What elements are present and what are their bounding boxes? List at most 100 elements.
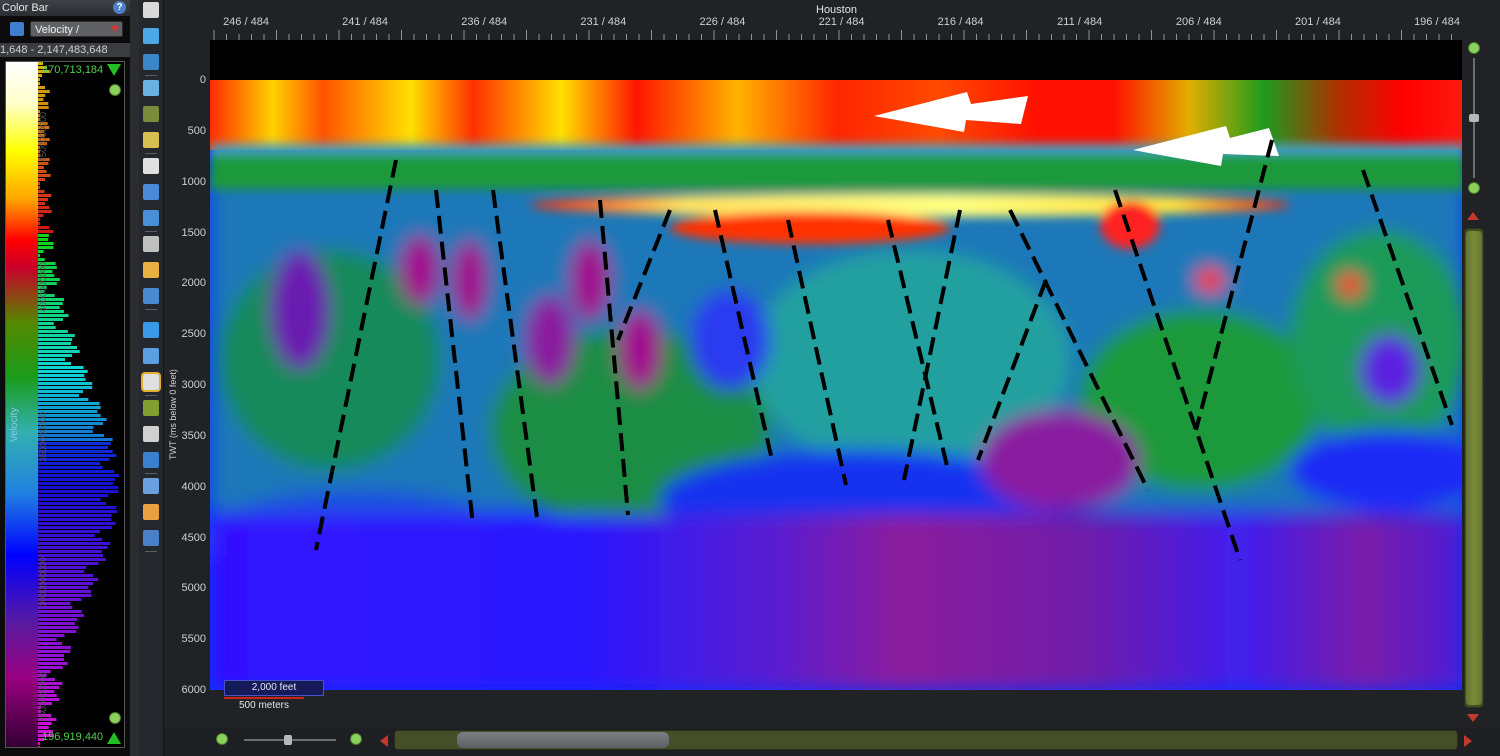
volume-icon[interactable] bbox=[143, 262, 159, 278]
panel-divider[interactable] bbox=[131, 0, 139, 756]
histogram-bar bbox=[38, 514, 112, 517]
colorbar-min-value[interactable]: 196,919,440 bbox=[42, 731, 103, 743]
depth-label: 4000 bbox=[181, 480, 206, 493]
histogram-bar bbox=[38, 186, 40, 189]
depth-label: 2500 bbox=[181, 328, 206, 341]
zoom-out-icon[interactable] bbox=[216, 733, 228, 745]
histogram-bar bbox=[38, 474, 120, 477]
histogram-bar bbox=[38, 366, 84, 369]
well-icon[interactable] bbox=[143, 236, 159, 252]
pointer-icon[interactable] bbox=[143, 2, 159, 18]
histogram-bar bbox=[38, 406, 101, 409]
pan-icon[interactable] bbox=[143, 80, 159, 96]
zoom-in-icon[interactable] bbox=[350, 733, 362, 745]
scroll-left-icon[interactable] bbox=[380, 735, 388, 747]
histogram-bar bbox=[38, 90, 50, 93]
toolbar-separator bbox=[145, 395, 157, 396]
histogram-bar bbox=[38, 638, 57, 641]
histogram-bar bbox=[38, 458, 110, 461]
grid-icon[interactable] bbox=[143, 106, 159, 122]
zoom-in-icon[interactable] bbox=[109, 712, 121, 724]
colorbar-max-value[interactable]: 470,713,184 bbox=[42, 64, 103, 76]
zoom-in-icon[interactable] bbox=[1468, 42, 1480, 54]
histogram-bar bbox=[38, 210, 52, 213]
depth-label: 4500 bbox=[181, 531, 206, 544]
histogram-bar bbox=[38, 194, 52, 197]
polygon-icon[interactable] bbox=[143, 210, 159, 226]
min-handle-icon[interactable] bbox=[107, 732, 121, 744]
trace-ruler: 246 / 484 241 / 484 236 / 484 231 / 484 226 … bbox=[210, 14, 1465, 40]
horizon-icon[interactable] bbox=[143, 184, 159, 200]
zoom-in-icon[interactable] bbox=[109, 84, 121, 96]
histogram-bar bbox=[38, 498, 101, 501]
copy-icon[interactable] bbox=[143, 426, 159, 442]
range-readout: 1,648 - 2,147,483,648 bbox=[0, 43, 130, 57]
cube-icon[interactable] bbox=[143, 478, 159, 494]
histogram-bar bbox=[38, 618, 78, 621]
histogram-bar bbox=[38, 538, 103, 541]
histogram-bar bbox=[38, 470, 115, 473]
vertical-scroll-thumb[interactable] bbox=[1466, 231, 1482, 705]
histogram-bar bbox=[38, 398, 89, 401]
help-icon[interactable]: ? bbox=[113, 1, 126, 14]
max-handle-icon[interactable] bbox=[107, 64, 121, 76]
depth-label: 1000 bbox=[181, 175, 206, 188]
histogram-bar bbox=[38, 502, 107, 505]
scroll-down-icon[interactable] bbox=[1467, 714, 1479, 722]
histogram-bar bbox=[38, 634, 65, 637]
pencil-icon[interactable] bbox=[143, 504, 159, 520]
colorbar-tick-label: 3500000000 bbox=[38, 411, 48, 462]
histogram-bar bbox=[38, 658, 65, 661]
toolbar-separator bbox=[145, 309, 157, 310]
color-icon[interactable] bbox=[143, 400, 159, 416]
depth-label: 3500 bbox=[181, 429, 206, 442]
chevron-down-icon bbox=[111, 26, 119, 32]
histogram-bar bbox=[38, 246, 54, 249]
layer-icon[interactable] bbox=[143, 288, 159, 304]
histogram-bar bbox=[38, 506, 117, 509]
depth-label: 6000 bbox=[181, 684, 206, 696]
attribute-select[interactable]: Velocity / bbox=[30, 21, 123, 37]
trace-label: 226 / 484 bbox=[699, 16, 746, 28]
histogram-bar bbox=[38, 206, 50, 209]
rect-icon[interactable] bbox=[143, 452, 159, 468]
measure-icon[interactable] bbox=[143, 348, 159, 364]
fault-icon[interactable] bbox=[143, 158, 159, 174]
pick-icon[interactable] bbox=[143, 132, 159, 148]
trace-label: 216 / 484 bbox=[937, 16, 984, 28]
copy-icon[interactable] bbox=[10, 22, 24, 36]
paint-icon[interactable] bbox=[141, 372, 161, 392]
histogram-bar bbox=[38, 746, 40, 747]
histogram-bar bbox=[38, 726, 49, 729]
velocity-section[interactable] bbox=[210, 40, 1465, 690]
trace-label: 241 / 484 bbox=[342, 16, 389, 28]
colorbar-title: Color Bar bbox=[2, 2, 49, 14]
zoom-out-icon[interactable] bbox=[1468, 182, 1480, 194]
horizontal-controls bbox=[164, 728, 1500, 756]
histogram-bar bbox=[38, 350, 80, 353]
histogram-bar bbox=[38, 418, 107, 421]
zoom-icon[interactable] bbox=[143, 28, 159, 44]
histogram-bar bbox=[38, 230, 54, 233]
depth-label: 1500 bbox=[181, 226, 206, 239]
horizontal-scrollbar[interactable] bbox=[394, 730, 1458, 750]
colorbar-axis-label: Velocity bbox=[9, 407, 20, 442]
horizontal-zoom-handle[interactable] bbox=[284, 735, 292, 745]
vertical-scrollbar[interactable] bbox=[1464, 228, 1484, 708]
toolbar-separator bbox=[145, 551, 157, 552]
scroll-up-icon[interactable] bbox=[1467, 212, 1479, 220]
histogram-bar bbox=[38, 482, 114, 485]
vertical-zoom-handle[interactable] bbox=[1469, 114, 1479, 122]
seismic-view: Houston 246 / 484 241 / 484 236 / 484 231 /… bbox=[164, 0, 1500, 756]
brush-icon[interactable] bbox=[143, 530, 159, 546]
colorbar[interactable]: 4500000000 4000000000 3500000000 3000000… bbox=[5, 61, 125, 748]
scroll-right-icon[interactable] bbox=[1464, 735, 1472, 747]
histogram-bar bbox=[38, 234, 49, 237]
horizontal-scroll-thumb[interactable] bbox=[457, 732, 669, 748]
histogram-bar bbox=[38, 614, 84, 617]
rotate-icon[interactable] bbox=[143, 54, 159, 70]
select-icon[interactable] bbox=[143, 322, 159, 338]
histogram-bar bbox=[38, 214, 44, 217]
histogram-bar bbox=[38, 322, 54, 325]
trace-label: 246 / 484 bbox=[223, 16, 269, 28]
